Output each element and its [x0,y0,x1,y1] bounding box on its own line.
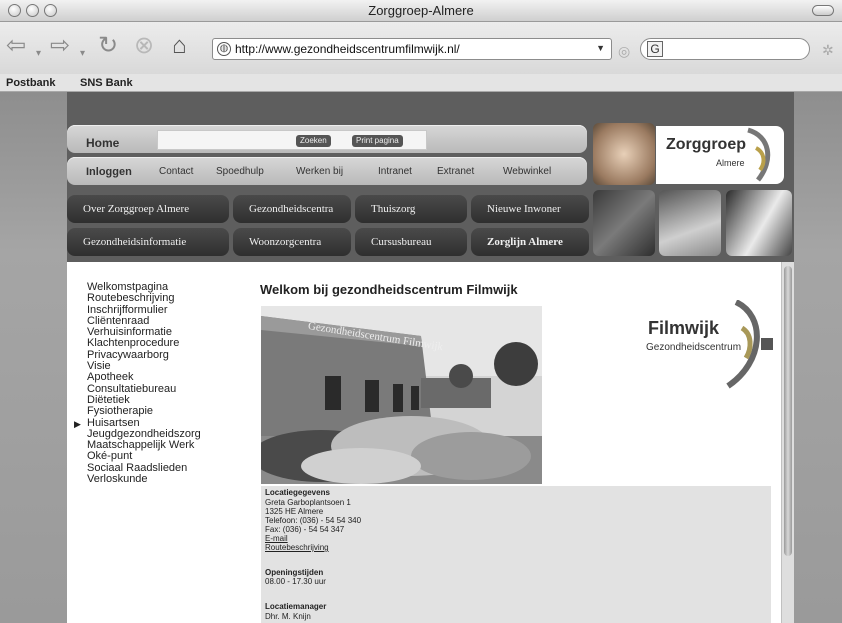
scrollbar-thumb[interactable] [784,266,792,556]
route-link[interactable]: Routebeschrijving [265,543,329,552]
address-line-2: 1325 HE Almere [265,507,324,516]
nav-nieuwe-inwoner[interactable]: Nieuwe Inwoner [471,195,589,223]
search-button[interactable]: Zoeken [296,135,331,147]
toolbar-toggle-button[interactable] [812,5,834,16]
nav-gezondheidscentra[interactable]: Gezondheidscentra [233,195,351,223]
navigation-toolbar: ⇦ ▾ ⇨ ▾ ↻ ⊗ ⌂ ◍ http://www.gezondheidsce… [0,22,842,74]
nav-thuiszorg[interactable]: Thuiszorg [355,195,467,223]
nav-over-zorggroep[interactable]: Over Zorggroep Almere [67,195,229,223]
bookmark-sns-bank[interactable]: SNS Bank [80,77,133,89]
menu-intranet[interactable]: Intranet [378,166,412,177]
manager-title: Locatiemanager [265,602,327,611]
back-icon[interactable]: ⇦ [6,34,26,58]
url-text: http://www.gezondheidscentrumfilmwijk.nl… [235,42,460,56]
nav-gezondheidsinformatie[interactable]: Gezondheidsinformatie [67,228,229,256]
bookmark-postbank[interactable]: Postbank [6,77,56,89]
search-bar[interactable]: G [640,38,810,60]
forward-dropdown-icon[interactable]: ▾ [80,42,85,66]
window-title: Zorggroep-Almere [368,3,474,18]
forward-icon[interactable]: ⇨ [50,34,70,58]
leftnav-item[interactable]: Routebeschrijving [87,292,201,304]
filmwijk-logo: Filmwijk Gezondheidscentrum [644,300,778,390]
reload-icon[interactable]: ↻ [98,34,118,58]
menu-contact[interactable]: Contact [159,166,193,177]
home-icon[interactable]: ⌂ [172,34,187,58]
fax-number: Fax: (036) - 54 54 347 [265,525,345,534]
stop-icon[interactable]: ⊗ [134,34,154,58]
nav-zorglijn-almere[interactable]: Zorglijn Almere [471,228,589,256]
location-info-box: Locatiegegevens Greta Garboplantsoen 1 1… [261,486,771,623]
left-navigation: Welkomstpagina Routebeschrijving Inschri… [87,281,201,485]
location-title: Locatiegegevens [265,488,330,497]
nav-woonzorgcentra[interactable]: Woonzorgcentra [233,228,351,256]
site-icon: ◍ [217,42,231,56]
window-titlebar: Zorggroep-Almere [0,0,842,22]
url-dropdown-icon[interactable]: ▼ [596,43,605,53]
page-heading: Welkom bij gezondheidscentrum Filmwijk [260,282,518,297]
zorggroep-swoosh-icon [747,127,771,182]
go-icon[interactable]: ◎ [618,39,630,63]
menu-spoedhulp[interactable]: Spoedhulp [216,166,264,177]
building-photo: Gezondheidscentrum Filmwijk [261,306,542,484]
header-photo-2 [593,190,655,256]
email-link[interactable]: E-mail [265,534,288,543]
menu-inloggen[interactable]: Inloggen [86,166,132,178]
menu-werken-bij[interactable]: Werken bij [296,166,343,177]
address-bar[interactable]: ◍ http://www.gezondheidscentrumfilmwijk.… [212,38,612,60]
header-photo-child [593,123,655,185]
menu-extranet[interactable]: Extranet [437,166,474,177]
header-photo-3 [659,190,721,256]
print-button[interactable]: Print pagina [352,135,403,147]
google-search-icon[interactable]: G [647,41,663,57]
nav-cursusbureau[interactable]: Cursusbureau [355,228,467,256]
manager-name: Dhr. M. Knijn [265,612,311,621]
throbber-icon: ✲ [822,42,834,58]
opening-hours: 08.00 - 17.30 uur [265,577,326,586]
menu-webwinkel[interactable]: Webwinkel [503,166,551,177]
header-photo-4 [726,190,792,256]
filmwijk-swoosh-icon [726,300,773,389]
leftnav-item[interactable]: Apotheek [87,372,201,384]
active-item-arrow-icon: ▶ [74,419,81,429]
bookmarks-bar: Postbank SNS Bank [0,74,842,92]
phone-number: Telefoon: (036) - 54 54 340 [265,516,362,525]
home-link[interactable]: Home [86,136,119,150]
leftnav-item[interactable]: Verloskunde [87,473,201,485]
leftnav-item-active[interactable]: Fysiotherapie [87,405,201,417]
zorggroep-logo: Zorggroep Almere [656,126,784,184]
back-dropdown-icon[interactable]: ▾ [36,42,41,66]
opening-hours-title: Openingstijden [265,568,324,577]
address-line-1: Greta Garboplantsoen 1 [265,498,351,507]
